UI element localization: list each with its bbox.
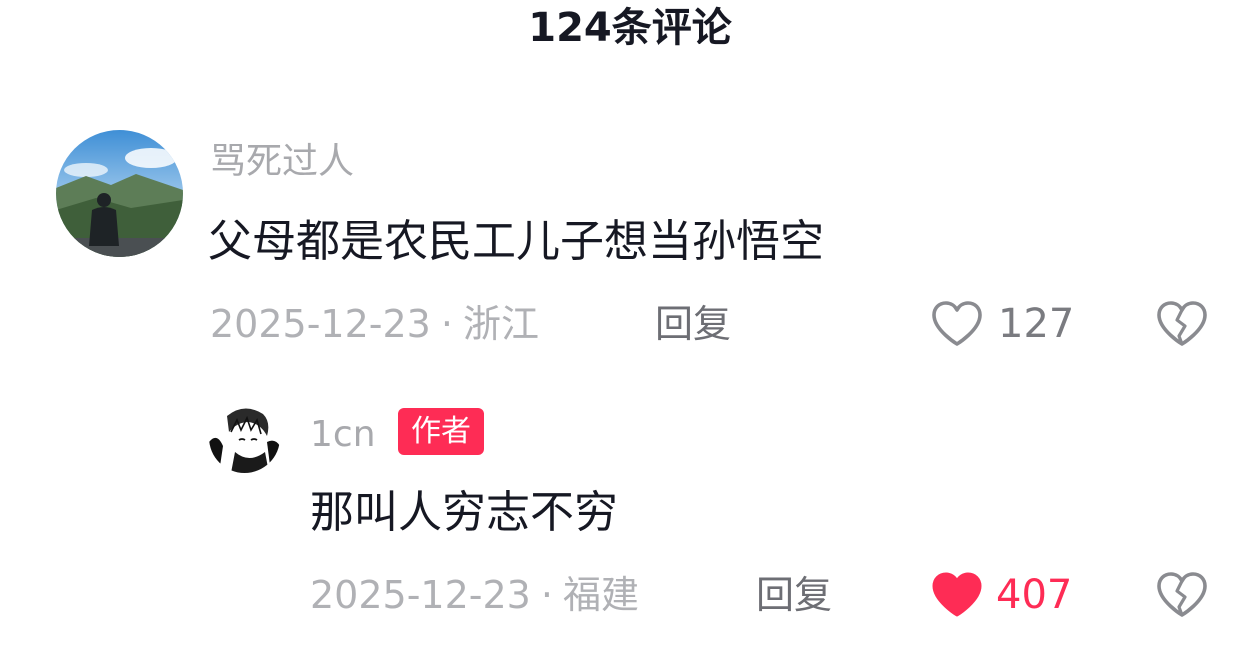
broken-heart-icon[interactable] [1155, 300, 1209, 348]
anime-sketch-avatar-icon [209, 402, 280, 473]
like-count: 127 [998, 301, 1075, 347]
author-badge: 作者 [398, 408, 484, 455]
heart-filled-icon[interactable] [930, 571, 984, 619]
avatar[interactable] [209, 402, 280, 473]
comment-date: 2025-12-23 [210, 302, 431, 346]
comment-location: 浙江 [462, 302, 539, 346]
meta-separator: · [440, 302, 453, 346]
reply-button[interactable]: 回复 [756, 570, 832, 620]
comment-date: 2025-12-23 [310, 573, 531, 617]
landscape-person-avatar-icon [56, 130, 183, 257]
heart-outline-icon[interactable] [930, 300, 984, 348]
comment-meta: 2025-12-23 · 福建 [310, 570, 639, 620]
reply-button[interactable]: 回复 [655, 299, 731, 349]
comments-count-title: 124条评论 [528, 5, 732, 51]
like-count: 407 [996, 572, 1073, 618]
comment-text: 父母都是农民工儿子想当孙悟空 [208, 216, 824, 267]
comment-location: 福建 [562, 573, 639, 617]
comment-text: 那叫人穷志不穷 [310, 487, 618, 538]
avatar[interactable] [56, 130, 183, 257]
comment-meta: 2025-12-23 · 浙江 [210, 299, 539, 349]
comment-username[interactable]: 骂死过人 [210, 140, 354, 184]
broken-heart-icon[interactable] [1155, 571, 1209, 619]
meta-separator: · [540, 573, 553, 617]
comment-username[interactable]: 1cn [310, 413, 376, 457]
